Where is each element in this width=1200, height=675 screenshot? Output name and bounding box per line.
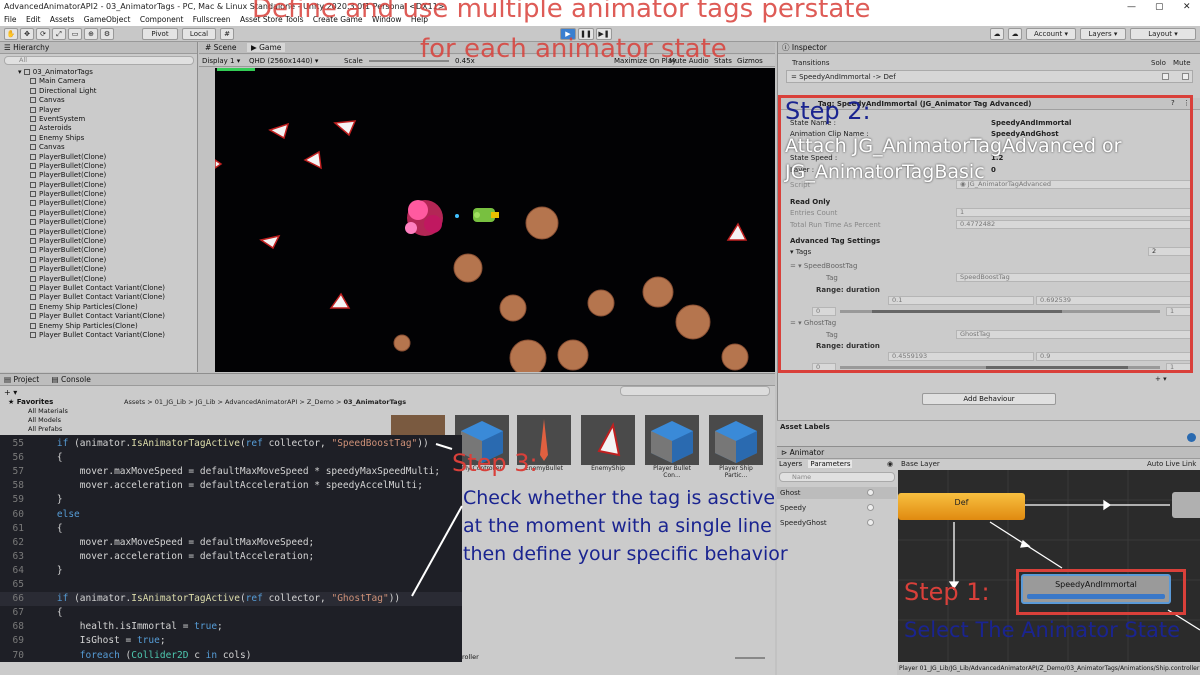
step3-arrows (411, 443, 463, 597)
arrow-to-code-line55 (435, 443, 453, 450)
arrow-to-code-line66 (411, 505, 463, 597)
annotation-arrows (411, 443, 463, 597)
